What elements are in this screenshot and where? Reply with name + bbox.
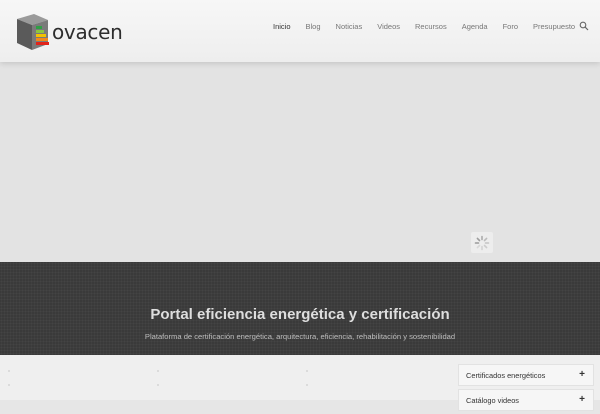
slider-loader bbox=[471, 232, 493, 253]
sidebar-accordion: Certificados energéticos + Catálogo vide… bbox=[458, 364, 594, 414]
accordion-label: Certificados energéticos bbox=[466, 371, 546, 380]
nav-item-agenda[interactable]: Agenda bbox=[462, 22, 488, 31]
search-icon[interactable] bbox=[579, 21, 589, 31]
accordion-item-certificados[interactable]: Certificados energéticos + bbox=[458, 364, 594, 386]
nav-item-presupuesto[interactable]: Presupuesto bbox=[533, 22, 575, 31]
nav-item-blog[interactable]: Blog bbox=[306, 22, 321, 31]
brand-name: ovacen bbox=[52, 20, 123, 44]
intro-banner: Portal eficiencia energética y certifica… bbox=[0, 262, 600, 355]
spinner-icon bbox=[474, 235, 490, 251]
divider-dot bbox=[8, 370, 10, 372]
banner-title: Portal eficiencia energética y certifica… bbox=[150, 306, 450, 323]
divider-dot bbox=[306, 370, 308, 372]
site-header: ovacen Inicio Blog Noticias Videos Recur… bbox=[0, 0, 600, 62]
accordion-label: Catálogo videos bbox=[466, 396, 520, 405]
banner-subtitle: Plataforma de certificación energética, … bbox=[144, 332, 456, 341]
nav-item-videos[interactable]: Videos bbox=[377, 22, 400, 31]
main-nav: Inicio Blog Noticias Videos Recursos Age… bbox=[273, 21, 590, 31]
divider-dot bbox=[157, 370, 159, 372]
logo-cube-icon bbox=[17, 14, 49, 50]
divider-dot bbox=[157, 384, 159, 386]
site-logo[interactable]: ovacen bbox=[14, 12, 123, 52]
hero-slider bbox=[0, 62, 600, 262]
nav-item-recursos[interactable]: Recursos bbox=[415, 22, 447, 31]
nav-item-inicio[interactable]: Inicio bbox=[273, 22, 291, 31]
nav-item-foro[interactable]: Foro bbox=[503, 22, 518, 31]
plus-icon[interactable]: + bbox=[579, 369, 585, 380]
divider-dot bbox=[306, 384, 308, 386]
nav-item-noticias[interactable]: Noticias bbox=[336, 22, 363, 31]
divider-dot bbox=[8, 384, 10, 386]
accordion-item-catalogo-videos[interactable]: Catálogo videos + bbox=[458, 389, 594, 411]
